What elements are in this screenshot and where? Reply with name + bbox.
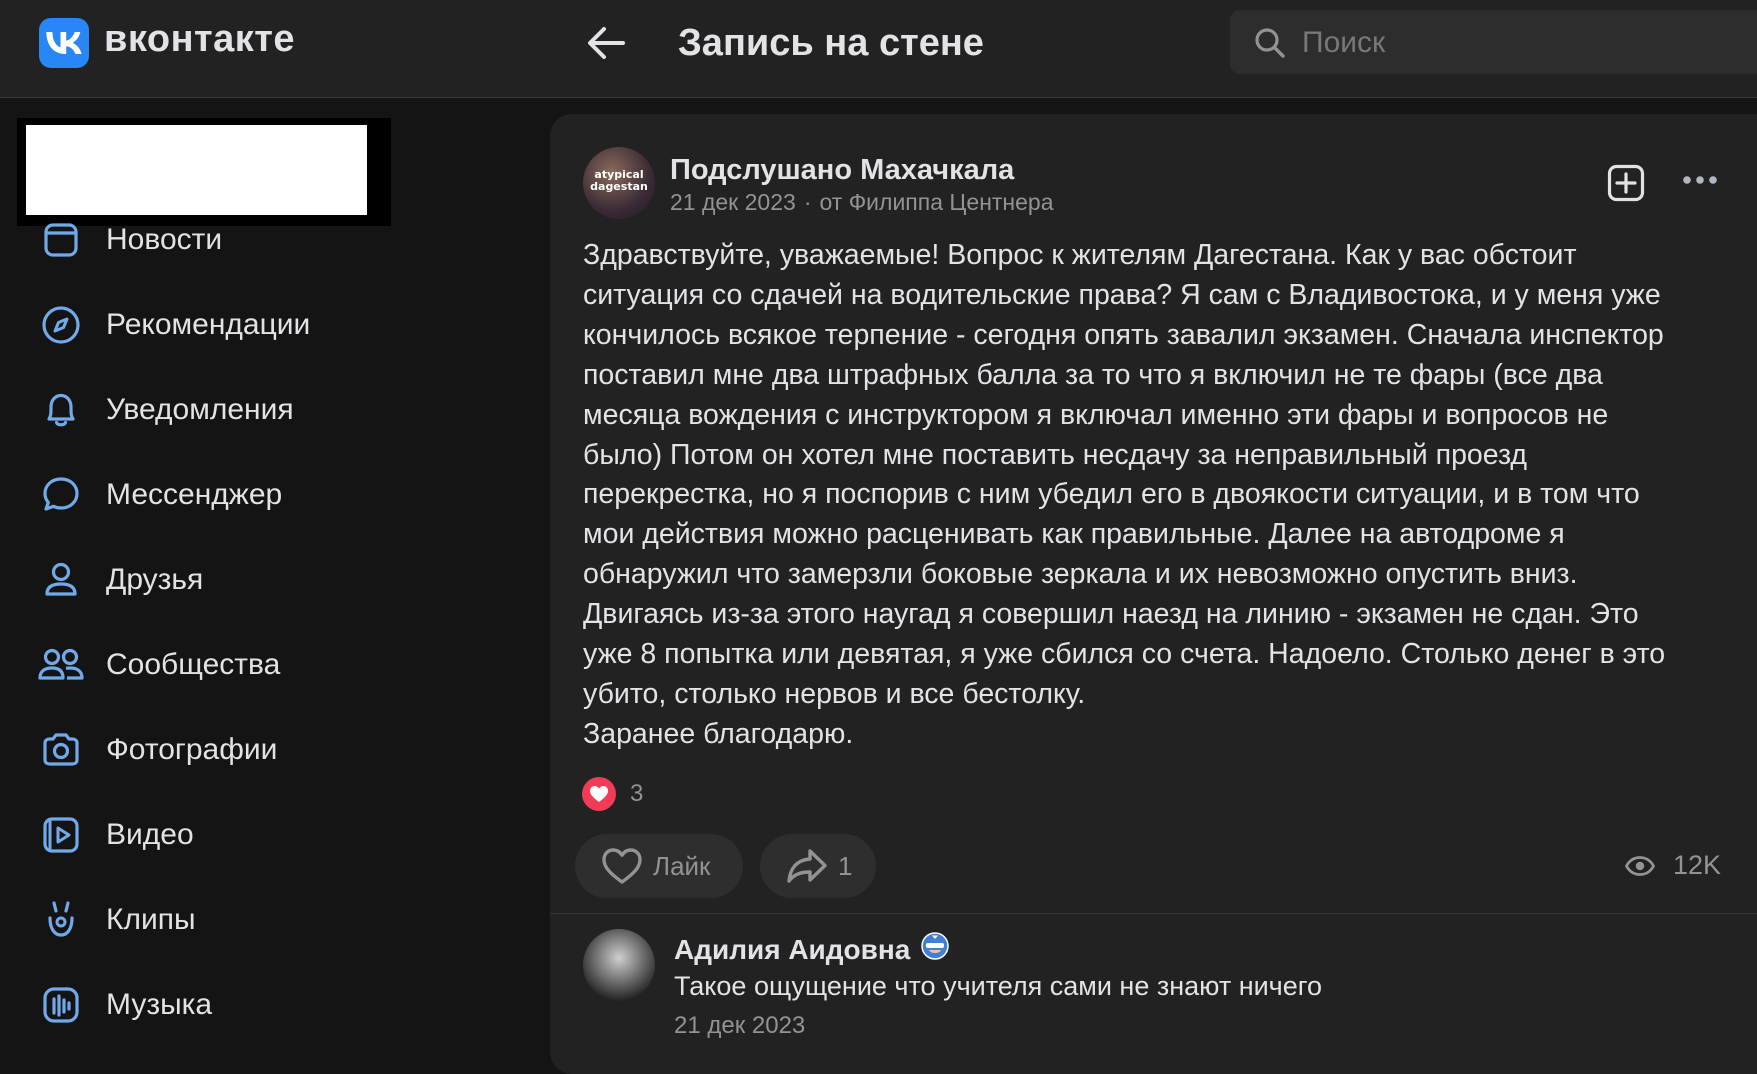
sidebar-item-label: Фотографии [106, 733, 278, 766]
sidebar-item-label: Рекомендации [106, 308, 311, 341]
search-box[interactable] [1230, 10, 1757, 76]
sidebar-item-photos[interactable]: Фотографии [36, 720, 277, 780]
comment-author[interactable]: Адилия Аидовна [674, 934, 910, 966]
sidebar-item-friends[interactable]: Друзья [36, 550, 203, 610]
post-meta: 21 дек 2023 · от Филиппа Центнера [670, 189, 1054, 216]
community-avatar[interactable]: atypical dagestan [583, 147, 655, 219]
post-author[interactable]: Подслушано Махачкала [670, 154, 1014, 187]
sidebar-item-news[interactable]: Новости [36, 210, 222, 270]
sidebar-item-communities[interactable]: Сообщества [36, 635, 280, 695]
redacted-profile [26, 125, 367, 215]
users-icon [36, 640, 86, 690]
sidebar-item-messenger[interactable]: Мессенджер [36, 465, 282, 525]
like-button[interactable]: Лайк [575, 834, 743, 898]
more-dots-icon [1683, 176, 1717, 184]
post-date[interactable]: 21 дек 2023 [670, 189, 796, 215]
sidebar-item-label: Видео [106, 818, 194, 851]
chat-icon [36, 470, 86, 520]
meta-separator: · [803, 189, 812, 215]
search-input[interactable] [1300, 10, 1744, 76]
sidebar-item-clips[interactable]: Клипы [36, 890, 196, 950]
news-icon [36, 215, 86, 265]
views-counter: 12K [1625, 850, 1721, 881]
commenter-avatar[interactable] [583, 929, 655, 1001]
compass-icon [36, 300, 86, 350]
share-arrow-icon [787, 849, 827, 883]
user-icon [36, 555, 86, 605]
post-text: Здравствуйте, уважаемые! Вопрос к жителя… [583, 239, 1666, 750]
share-count: 1 [838, 850, 853, 881]
sidebar-item-label: Уведомления [106, 393, 294, 426]
sidebar-item-label: Новости [106, 223, 223, 256]
heart-outline-icon [602, 848, 642, 884]
camera-icon [36, 725, 86, 775]
sidebar-item-label: Клипы [106, 903, 196, 936]
like-label: Лайк [653, 850, 711, 881]
views-count: 12K [1673, 850, 1722, 880]
top-bar: вконтакте Запись на стене [0, 0, 1757, 98]
sidebar-item-video[interactable]: Видео [36, 805, 194, 865]
eye-icon [1625, 855, 1655, 876]
sidebar-item-label: Друзья [106, 563, 204, 596]
sidebar-item-recommendations[interactable]: Рекомендации [36, 295, 310, 355]
comment-author-row: Адилия Аидовна [674, 931, 950, 968]
clips-icon [36, 895, 86, 945]
page-title: Запись на стене [678, 22, 984, 64]
sidebar-item-music[interactable]: Музыка [36, 975, 212, 1035]
back-arrow-icon[interactable] [585, 22, 627, 64]
more-options-button[interactable] [1682, 172, 1718, 190]
avatar-logo-text: atypical dagestan [590, 168, 648, 193]
music-icon [36, 980, 86, 1030]
search-icon [1255, 28, 1285, 58]
plus-square-icon [1607, 164, 1645, 202]
add-to-bookmarks-button[interactable] [1607, 164, 1645, 207]
comment-text: Такое ощущение что учителя сами не знают… [674, 971, 1323, 1001]
post-from[interactable]: от Филиппа Центнера [819, 189, 1053, 215]
reactions-summary[interactable]: 3 [582, 777, 643, 811]
comment-date[interactable]: 21 дек 2023 [674, 1012, 805, 1040]
shield-badge-icon [920, 931, 950, 968]
reactions-count: 3 [630, 780, 644, 807]
sidebar-item-label: Сообщества [106, 648, 281, 681]
comments-divider [550, 913, 1757, 914]
share-button[interactable]: 1 [760, 834, 876, 898]
sidebar-item-label: Музыка [106, 988, 213, 1021]
sidebar-item-label: Мессенджер [106, 478, 283, 511]
heart-reaction-icon [582, 777, 616, 811]
sidebar-item-notifications[interactable]: Уведомления [36, 380, 294, 440]
video-icon [36, 810, 86, 860]
logo-text[interactable]: вконтакте [104, 18, 295, 61]
bell-icon [36, 385, 86, 435]
vk-logo-icon[interactable] [39, 18, 89, 68]
